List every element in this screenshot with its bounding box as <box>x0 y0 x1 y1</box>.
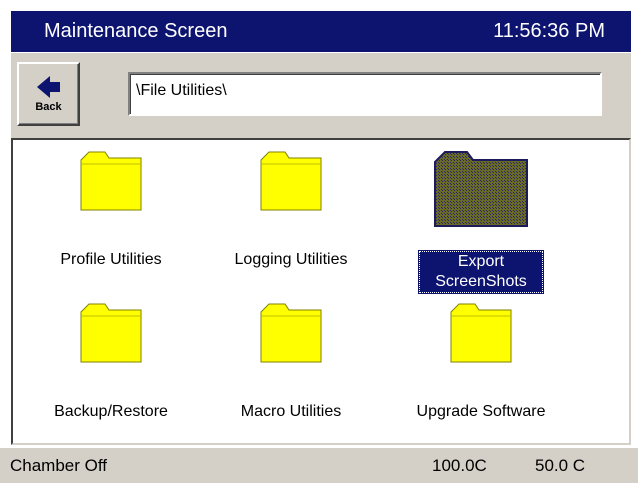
setpoint-reading: 50.0 C <box>535 456 586 475</box>
screen-title: Maintenance Screen <box>44 20 228 42</box>
folder-label: Upgrade Software <box>416 403 546 420</box>
folder-logging-utilities[interactable]: Logging Utilities <box>211 148 371 298</box>
folder-export-screenshots[interactable]: Export ScreenShots <box>401 148 561 298</box>
folder-label: Macro Utilities <box>240 403 342 420</box>
back-button[interactable]: Back <box>17 62 80 126</box>
chamber-status: Chamber Off <box>10 456 108 475</box>
status-bar: Chamber Off 100.0C 50.0 C <box>0 447 638 483</box>
left-arrow-icon <box>36 75 60 98</box>
title-bar: Maintenance Screen 11:56:36 PM <box>11 11 631 52</box>
back-label: Back <box>35 100 62 113</box>
folder-label: Export ScreenShots <box>401 250 561 294</box>
folder-label: Profile Utilities <box>60 251 162 268</box>
folder-icon <box>260 303 322 363</box>
folder-label: Backup/Restore <box>54 403 168 420</box>
folder-macro-utilities[interactable]: Macro Utilities <box>211 300 371 450</box>
folder-icon <box>80 303 142 363</box>
temperature-reading: 100.0C <box>432 456 487 475</box>
toolbar: Back \File Utilities\ <box>11 52 631 138</box>
folder-icon <box>80 151 142 211</box>
folder-icon <box>260 151 322 211</box>
folder-backup-restore[interactable]: Backup/Restore <box>31 300 191 450</box>
folder-grid: Profile Utilities Logging Utilities Expo… <box>11 138 631 445</box>
folder-icon <box>450 303 512 363</box>
folder-profile-utilities[interactable]: Profile Utilities <box>31 148 191 298</box>
path-field[interactable]: \File Utilities\ <box>128 72 602 116</box>
clock: 11:56:36 PM <box>493 20 605 42</box>
folder-icon <box>434 151 528 227</box>
folder-upgrade-software[interactable]: Upgrade Software <box>401 300 561 450</box>
folder-label: Logging Utilities <box>234 251 348 268</box>
